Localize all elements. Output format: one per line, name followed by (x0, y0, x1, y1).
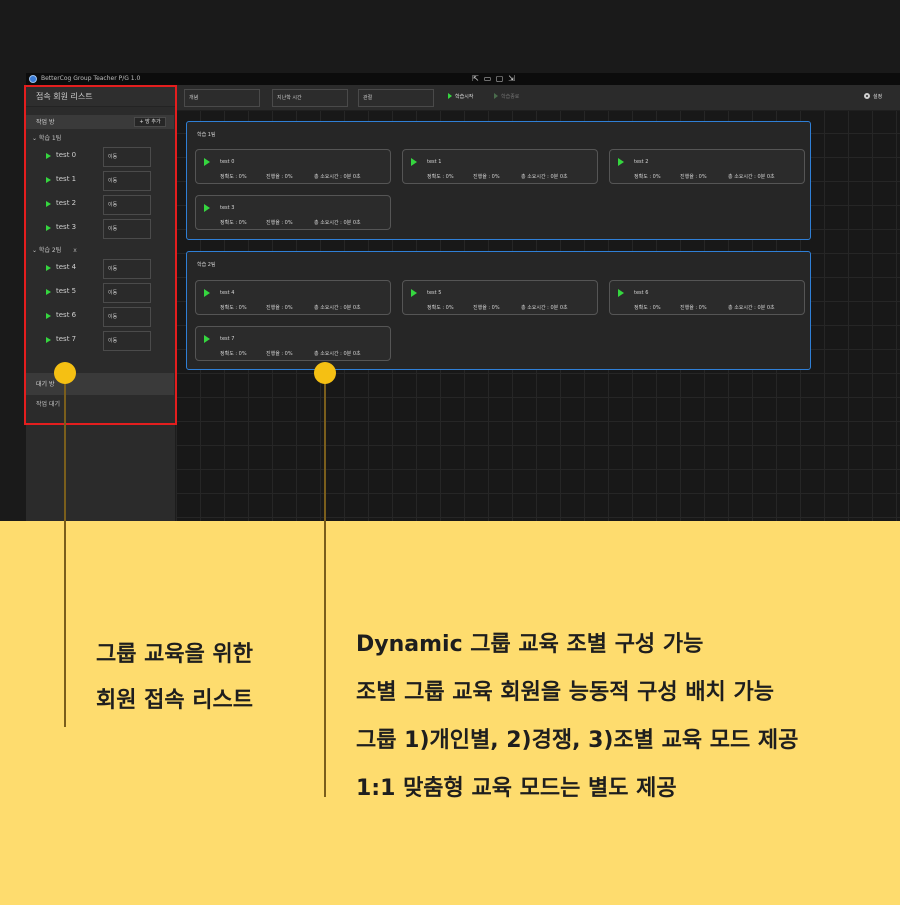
group-panel[interactable]: 학습 1팀 test 0 정확도 : 0% 진행율 : 0% 총 소요시간 : … (186, 121, 811, 240)
group-panel[interactable]: 학습 2팀 test 4 정확도 : 0% 진행율 : 0% 총 소요시간 : … (186, 251, 811, 370)
play-icon[interactable] (411, 289, 417, 297)
stop-learning-button[interactable]: 학습종료 (494, 93, 519, 100)
progress-stat: 진행율 : 0% (266, 305, 293, 311)
progress-stat: 진행율 : 0% (266, 174, 293, 180)
card-member-name: test 2 (634, 159, 649, 165)
gear-icon (864, 93, 870, 99)
accuracy-stat: 정확도 : 0% (220, 351, 247, 357)
caption-left-line-1: 그룹 교육을 위한 (96, 642, 253, 667)
maximize-icon[interactable]: ▢ (495, 74, 504, 83)
progress-stat: 진행율 : 0% (266, 220, 293, 226)
time-field[interactable]: 지난학 시간 (272, 89, 348, 107)
member-card[interactable]: test 7 정확도 : 0% 진행율 : 0% 총 소요시간 : 0분 0초 (195, 326, 391, 361)
member-card[interactable]: test 4 정확도 : 0% 진행율 : 0% 총 소요시간 : 0분 0초 (195, 280, 391, 315)
concept-field[interactable]: 개념 (184, 89, 260, 107)
play-icon[interactable] (204, 158, 210, 166)
settings-button[interactable]: 설정 (864, 93, 882, 100)
member-card[interactable]: test 6 정확도 : 0% 진행율 : 0% 총 소요시간 : 0분 0초 (609, 280, 805, 315)
progress-stat: 진행율 : 0% (680, 174, 707, 180)
caption-right-line-3: 그룹 1)개인별, 2)경쟁, 3)조별 교육 모드 제공 (356, 728, 799, 753)
accuracy-stat: 정확도 : 0% (634, 174, 661, 180)
group-title: 학습 2팀 (197, 262, 216, 268)
callout-line-right (324, 373, 326, 797)
play-icon[interactable] (204, 204, 210, 212)
accuracy-stat: 정확도 : 0% (427, 305, 454, 311)
accuracy-stat: 정확도 : 0% (220, 220, 247, 226)
time-stat: 총 소요시간 : 0분 0초 (314, 220, 361, 226)
play-icon[interactable] (618, 158, 624, 166)
callout-line-left (64, 373, 66, 727)
card-member-name: test 5 (427, 290, 442, 296)
play-icon (448, 93, 452, 99)
accuracy-stat: 정확도 : 0% (634, 305, 661, 311)
member-card[interactable]: test 5 정확도 : 0% 진행율 : 0% 총 소요시간 : 0분 0초 (402, 280, 598, 315)
card-member-name: test 0 (220, 159, 235, 165)
play-icon[interactable] (411, 158, 417, 166)
group-canvas: 개념 지난학 시간 관절 학습시작 학습종료 설정 학습 1팀 test 0 정… (176, 85, 900, 521)
time-stat: 총 소요시간 : 0분 0초 (521, 305, 568, 311)
accuracy-stat: 정확도 : 0% (220, 174, 247, 180)
stop-icon (494, 93, 498, 99)
member-card[interactable]: test 3 정확도 : 0% 진행율 : 0% 총 소요시간 : 0분 0초 (195, 195, 391, 230)
time-stat: 총 소요시간 : 0분 0초 (728, 174, 775, 180)
card-member-name: test 3 (220, 205, 235, 211)
caption-right-line-4: 1:1 맞춤형 교육 모드는 별도 제공 (356, 776, 677, 801)
card-member-name: test 4 (220, 290, 235, 296)
start-learning-button[interactable]: 학습시작 (448, 93, 473, 100)
time-stat: 총 소요시간 : 0분 0초 (521, 174, 568, 180)
title-bar: BetterCog Group Teacher P/G 1.0 ⇱ ▭ ▢ ⇲ (26, 73, 900, 85)
highlight-frame (24, 85, 177, 425)
accuracy-stat: 정확도 : 0% (427, 174, 454, 180)
time-stat: 총 소요시간 : 0분 0초 (314, 174, 361, 180)
time-stat: 총 소요시간 : 0분 0초 (314, 351, 361, 357)
card-member-name: test 7 (220, 336, 235, 342)
caption-left-line-2: 회원 접속 리스트 (96, 688, 253, 713)
progress-stat: 진행율 : 0% (473, 305, 500, 311)
time-stat: 총 소요시간 : 0분 0초 (728, 305, 775, 311)
card-member-name: test 6 (634, 290, 649, 296)
minimize-icon[interactable]: ▭ (483, 74, 492, 83)
pin-icon[interactable]: ⇲ (507, 74, 516, 83)
play-icon[interactable] (618, 289, 624, 297)
member-card[interactable]: test 2 정확도 : 0% 진행율 : 0% 총 소요시간 : 0분 0초 (609, 149, 805, 184)
accuracy-stat: 정확도 : 0% (220, 305, 247, 311)
callout-dot-left (54, 362, 76, 384)
progress-stat: 진행율 : 0% (473, 174, 500, 180)
card-member-name: test 1 (427, 159, 442, 165)
callout-dot-right (314, 362, 336, 384)
caption-right-line-1: Dynamic 그룹 교육 조별 구성 가능 (356, 632, 704, 657)
group-title: 학습 1팀 (197, 132, 216, 138)
joint-field[interactable]: 관절 (358, 89, 434, 107)
restore-icon[interactable]: ⇱ (471, 74, 480, 83)
progress-stat: 진행율 : 0% (266, 351, 293, 357)
time-stat: 총 소요시간 : 0분 0초 (314, 305, 361, 311)
play-icon[interactable] (204, 335, 210, 343)
app-logo-icon (29, 75, 37, 83)
member-card[interactable]: test 1 정확도 : 0% 진행율 : 0% 총 소요시간 : 0분 0초 (402, 149, 598, 184)
app-title: BetterCog Group Teacher P/G 1.0 (41, 75, 141, 82)
window-controls: ⇱ ▭ ▢ ⇲ (471, 74, 516, 84)
member-card[interactable]: test 0 정확도 : 0% 진행율 : 0% 총 소요시간 : 0분 0초 (195, 149, 391, 184)
caption-right-line-2: 조별 그룹 교육 회원을 능동적 구성 배치 가능 (356, 680, 774, 705)
toolbar: 개념 지난학 시간 관절 학습시작 학습종료 설정 (176, 85, 900, 111)
play-icon[interactable] (204, 289, 210, 297)
progress-stat: 진행율 : 0% (680, 305, 707, 311)
